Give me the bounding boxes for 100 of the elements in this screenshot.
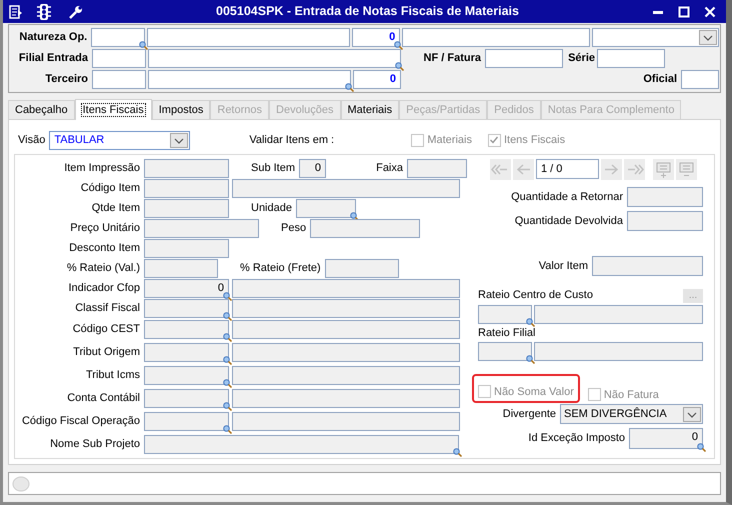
field-label: Código Fiscal Operação [22, 415, 140, 428]
dropdown-caret-icon[interactable] [170, 132, 188, 148]
text-field[interactable] [534, 305, 703, 324]
text-field[interactable] [627, 187, 703, 207]
field-label: Tribut Icms [86, 369, 140, 382]
text-field[interactable] [681, 70, 719, 89]
magnifier-icon[interactable] [223, 292, 232, 300]
text-field[interactable] [91, 28, 146, 47]
magnifier-icon[interactable] [526, 355, 535, 364]
dropdown-caret-icon[interactable] [699, 30, 717, 45]
menu-icon[interactable] [9, 4, 23, 18]
text-field[interactable] [144, 198, 229, 218]
field-label: Visão [18, 132, 46, 148]
text-field[interactable] [478, 342, 532, 361]
field-label: Item Impressão [64, 162, 140, 174]
field-label: Validar Itens em : [249, 134, 334, 146]
magnifier-icon[interactable] [345, 83, 354, 92]
text-field[interactable] [232, 320, 460, 339]
text-field[interactable] [324, 258, 399, 278]
text-field[interactable]: 0 [353, 70, 401, 89]
dropdown[interactable] [592, 28, 719, 47]
text-field[interactable] [92, 70, 146, 89]
magnifier-icon[interactable] [394, 41, 404, 50]
magnifier-icon[interactable] [350, 212, 359, 220]
close-icon[interactable] [704, 6, 716, 18]
text-field[interactable] [144, 218, 259, 238]
magnifier-icon[interactable] [139, 41, 148, 50]
text-field[interactable] [144, 238, 229, 258]
checkbox[interactable] [478, 385, 491, 398]
field-label: % Rateio (Val.) [66, 262, 140, 274]
dropdown-caret-icon[interactable] [683, 406, 701, 422]
checkbox[interactable] [411, 134, 424, 146]
text-field[interactable] [144, 343, 229, 362]
checkbox-label: Não Soma Valor [494, 384, 574, 400]
text-field[interactable] [147, 28, 350, 47]
text-field[interactable] [478, 305, 532, 324]
field-label: Série [568, 52, 595, 64]
magnifier-icon[interactable] [526, 318, 535, 327]
tab[interactable]: Cabeçalho [8, 100, 75, 119]
text-field[interactable]: 0 [352, 28, 400, 47]
text-field[interactable] [232, 343, 460, 362]
text-field[interactable] [144, 366, 229, 385]
magnifier-icon[interactable] [223, 379, 232, 388]
magnifier-icon[interactable] [697, 443, 706, 452]
text-field[interactable] [534, 342, 703, 361]
text-field[interactable]: 0 [299, 158, 326, 178]
field-label: Quantidade Devolvida [514, 214, 623, 229]
field-label: Valor Item [538, 258, 588, 274]
text-field[interactable] [232, 178, 460, 198]
traffic-light-icon[interactable] [37, 4, 51, 20]
text-field[interactable] [92, 49, 146, 68]
checkbox[interactable] [588, 388, 601, 402]
text-field[interactable] [592, 256, 703, 276]
text-field[interactable] [232, 366, 460, 385]
magnifier-icon[interactable] [223, 333, 232, 342]
remove-row-icon[interactable] [676, 158, 697, 180]
dropdown[interactable]: SEM DIVERGÊNCIA [560, 404, 703, 424]
text-field[interactable] [144, 389, 229, 408]
text-field[interactable] [627, 211, 703, 231]
text-field[interactable] [310, 218, 420, 238]
add-row-icon[interactable] [653, 158, 674, 180]
maximize-icon[interactable] [678, 6, 690, 18]
text-field[interactable] [144, 412, 229, 431]
text-field[interactable] [402, 28, 590, 47]
text-field[interactable] [232, 278, 460, 298]
wrench-icon[interactable] [69, 4, 83, 18]
text-field[interactable]: 0 [629, 428, 703, 449]
text-field[interactable] [144, 178, 229, 198]
checkmark-icon [489, 135, 500, 145]
magnifier-icon[interactable] [223, 425, 232, 434]
text-field[interactable] [148, 70, 351, 89]
field-label: Conta Contábil [67, 392, 140, 404]
text-field[interactable] [232, 412, 460, 431]
text-field[interactable] [407, 158, 467, 178]
dropdown[interactable]: TABULAR [49, 130, 190, 150]
magnifier-icon[interactable] [395, 62, 404, 71]
magnifier-icon[interactable] [453, 448, 462, 457]
magnifier-icon[interactable] [223, 312, 232, 320]
text-field[interactable] [144, 158, 229, 178]
text-field[interactable] [296, 198, 356, 218]
tab[interactable]: Impostos [152, 100, 210, 119]
page-field[interactable]: 1 / 0 [536, 159, 599, 179]
text-field[interactable] [144, 258, 218, 278]
text-field[interactable] [144, 435, 459, 454]
field-label: Tribut Origem [73, 346, 140, 358]
text-field[interactable] [232, 389, 460, 408]
field-label: Oficial [643, 73, 677, 86]
magnifier-icon[interactable] [223, 356, 232, 365]
text-field[interactable] [485, 49, 563, 68]
magnifier-icon[interactable] [223, 402, 232, 411]
text-field[interactable] [148, 49, 401, 68]
tab[interactable]: Itens Fiscais [74, 99, 152, 120]
text-field[interactable] [144, 320, 229, 339]
field-label: Quantidade a Retornar [511, 190, 623, 205]
tab[interactable]: Materiais [340, 100, 400, 119]
text-field[interactable] [597, 49, 665, 68]
checkbox[interactable] [488, 134, 501, 146]
checkbox-label: Não Fatura [604, 388, 659, 402]
text-field[interactable] [232, 298, 460, 318]
field-label: Peso [281, 220, 306, 236]
